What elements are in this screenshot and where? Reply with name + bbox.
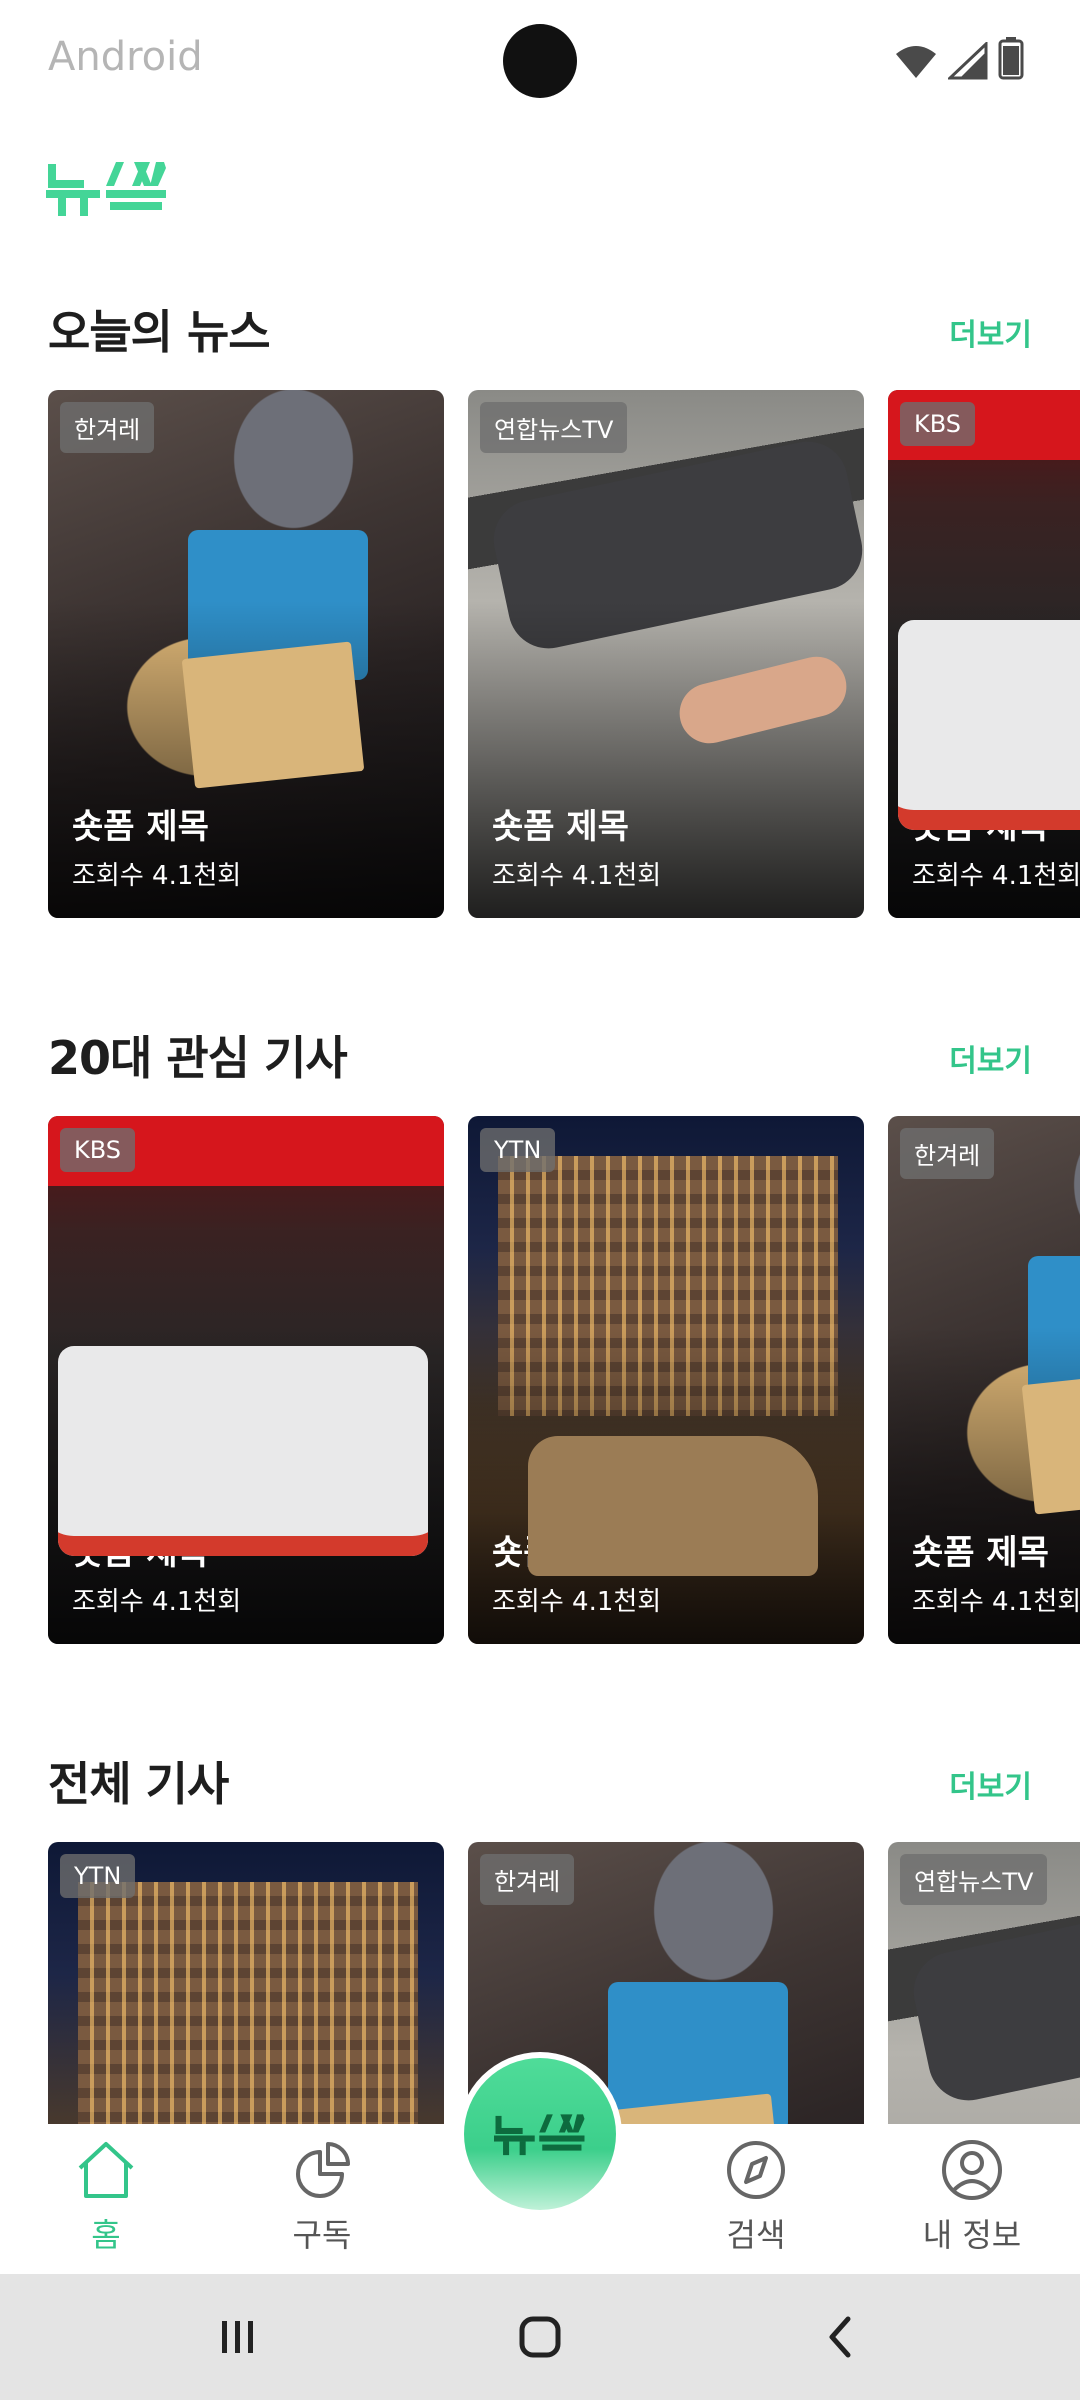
- wifi-icon: [896, 46, 936, 78]
- news-card[interactable]: 한겨레 숏폼 제목 조회수 4.1천회: [48, 390, 444, 918]
- logo-icon: [46, 162, 166, 216]
- news-card[interactable]: 연합뉴스TV 숏폼 제목 조회수 4.1천회: [468, 390, 864, 918]
- back-button[interactable]: [780, 2274, 900, 2400]
- card-row-twenties[interactable]: KBS 숏폼 제목 조회수 4.1천회 YTN 숏폼 제목 조회수 4.1천회 …: [48, 1116, 1080, 1644]
- source-badge: YTN: [480, 1128, 556, 1172]
- card-title: 숏폼 제목: [912, 1533, 1049, 1573]
- center-logo-button-inner: [464, 2058, 616, 2210]
- source-badge: KBS: [900, 402, 976, 446]
- camera-cutout: [503, 24, 577, 98]
- system-nav-bar: [0, 2274, 1080, 2400]
- news-card[interactable]: YTN: [48, 1842, 444, 2124]
- home-icon: [78, 2142, 134, 2198]
- recents-icon: [222, 2321, 253, 2353]
- nav-item-home[interactable]: 홈: [26, 2138, 186, 2268]
- source-badge: 한겨레: [900, 1128, 995, 1179]
- nav-label-home: 홈: [91, 2216, 121, 2254]
- section-title-all: 전체 기사: [48, 1757, 229, 1811]
- nav-label-profile: 내 정보: [922, 2216, 1022, 2254]
- center-logo-button[interactable]: [458, 2052, 622, 2216]
- signal-icon: [948, 42, 988, 80]
- card-views: 조회수 4.1천회: [72, 1587, 242, 1617]
- card-views: 조회수 4.1천회: [492, 861, 662, 891]
- card-views: 조회수 4.1천회: [912, 1587, 1080, 1617]
- nav-label-search: 검색: [726, 2216, 786, 2254]
- card-title: 숏폼 제목: [492, 807, 629, 847]
- profile-icon: [942, 2140, 1002, 2200]
- logo-icon: [494, 2114, 585, 2156]
- card-views: 조회수 4.1천회: [912, 861, 1080, 891]
- battery-icon: [998, 37, 1024, 80]
- news-card[interactable]: 한겨레 숏폼 제목 조회수 4.1천회: [888, 1116, 1080, 1644]
- home-circle-icon: [519, 2316, 561, 2358]
- recents-button[interactable]: [178, 2274, 298, 2400]
- card-title: 숏폼 제목: [492, 1533, 629, 1573]
- nav-item-search[interactable]: 검색: [676, 2138, 836, 2268]
- source-badge: 한겨레: [60, 402, 155, 453]
- news-card[interactable]: 연합뉴스TV: [888, 1842, 1080, 2124]
- section-title-today: 오늘의 뉴스: [48, 305, 271, 359]
- nav-item-subscribe[interactable]: 구독: [242, 2138, 402, 2268]
- card-views: 조회수 4.1천회: [72, 861, 242, 891]
- more-link-twenties[interactable]: 더보기: [949, 1036, 1032, 1080]
- card-row-today[interactable]: 한겨레 숏폼 제목 조회수 4.1천회 연합뉴스TV 숏폼 제목 조회수 4.1…: [48, 390, 1080, 918]
- source-badge: 연합뉴스TV: [900, 1854, 1048, 1905]
- home-system-button[interactable]: [480, 2274, 600, 2400]
- more-link-all[interactable]: 더보기: [949, 1762, 1032, 1806]
- source-badge: YTN: [60, 1854, 136, 1898]
- source-badge: 연합뉴스TV: [480, 402, 628, 453]
- card-title: 숏폼 제목: [72, 1533, 209, 1573]
- news-card[interactable]: KBS 숏폼 제목 조회수 4.1천회: [48, 1116, 444, 1644]
- compass-icon: [727, 2141, 785, 2199]
- card-title: 숏폼 제목: [912, 807, 1049, 847]
- nav-label-subscribe: 구독: [292, 2216, 352, 2254]
- card-title: 숏폼 제목: [72, 807, 209, 847]
- subscribe-icon: [296, 2142, 350, 2198]
- back-icon: [829, 2316, 851, 2358]
- source-badge: KBS: [60, 1128, 136, 1172]
- status-label: Android: [48, 34, 203, 80]
- status-icons: [894, 36, 1024, 80]
- news-card[interactable]: YTN 숏폼 제목 조회수 4.1천회: [468, 1116, 864, 1644]
- news-card[interactable]: KBS 숏폼 제목 조회수 4.1천회: [888, 390, 1080, 918]
- nav-item-profile[interactable]: 내 정보: [892, 2138, 1052, 2268]
- status-bar: Android: [0, 0, 1080, 120]
- app-logo: [46, 158, 168, 222]
- source-badge: 한겨레: [480, 1854, 575, 1905]
- card-views: 조회수 4.1천회: [492, 1587, 662, 1617]
- section-title-twenties: 20대 관심 기사: [48, 1031, 348, 1085]
- more-link-today[interactable]: 더보기: [949, 310, 1032, 354]
